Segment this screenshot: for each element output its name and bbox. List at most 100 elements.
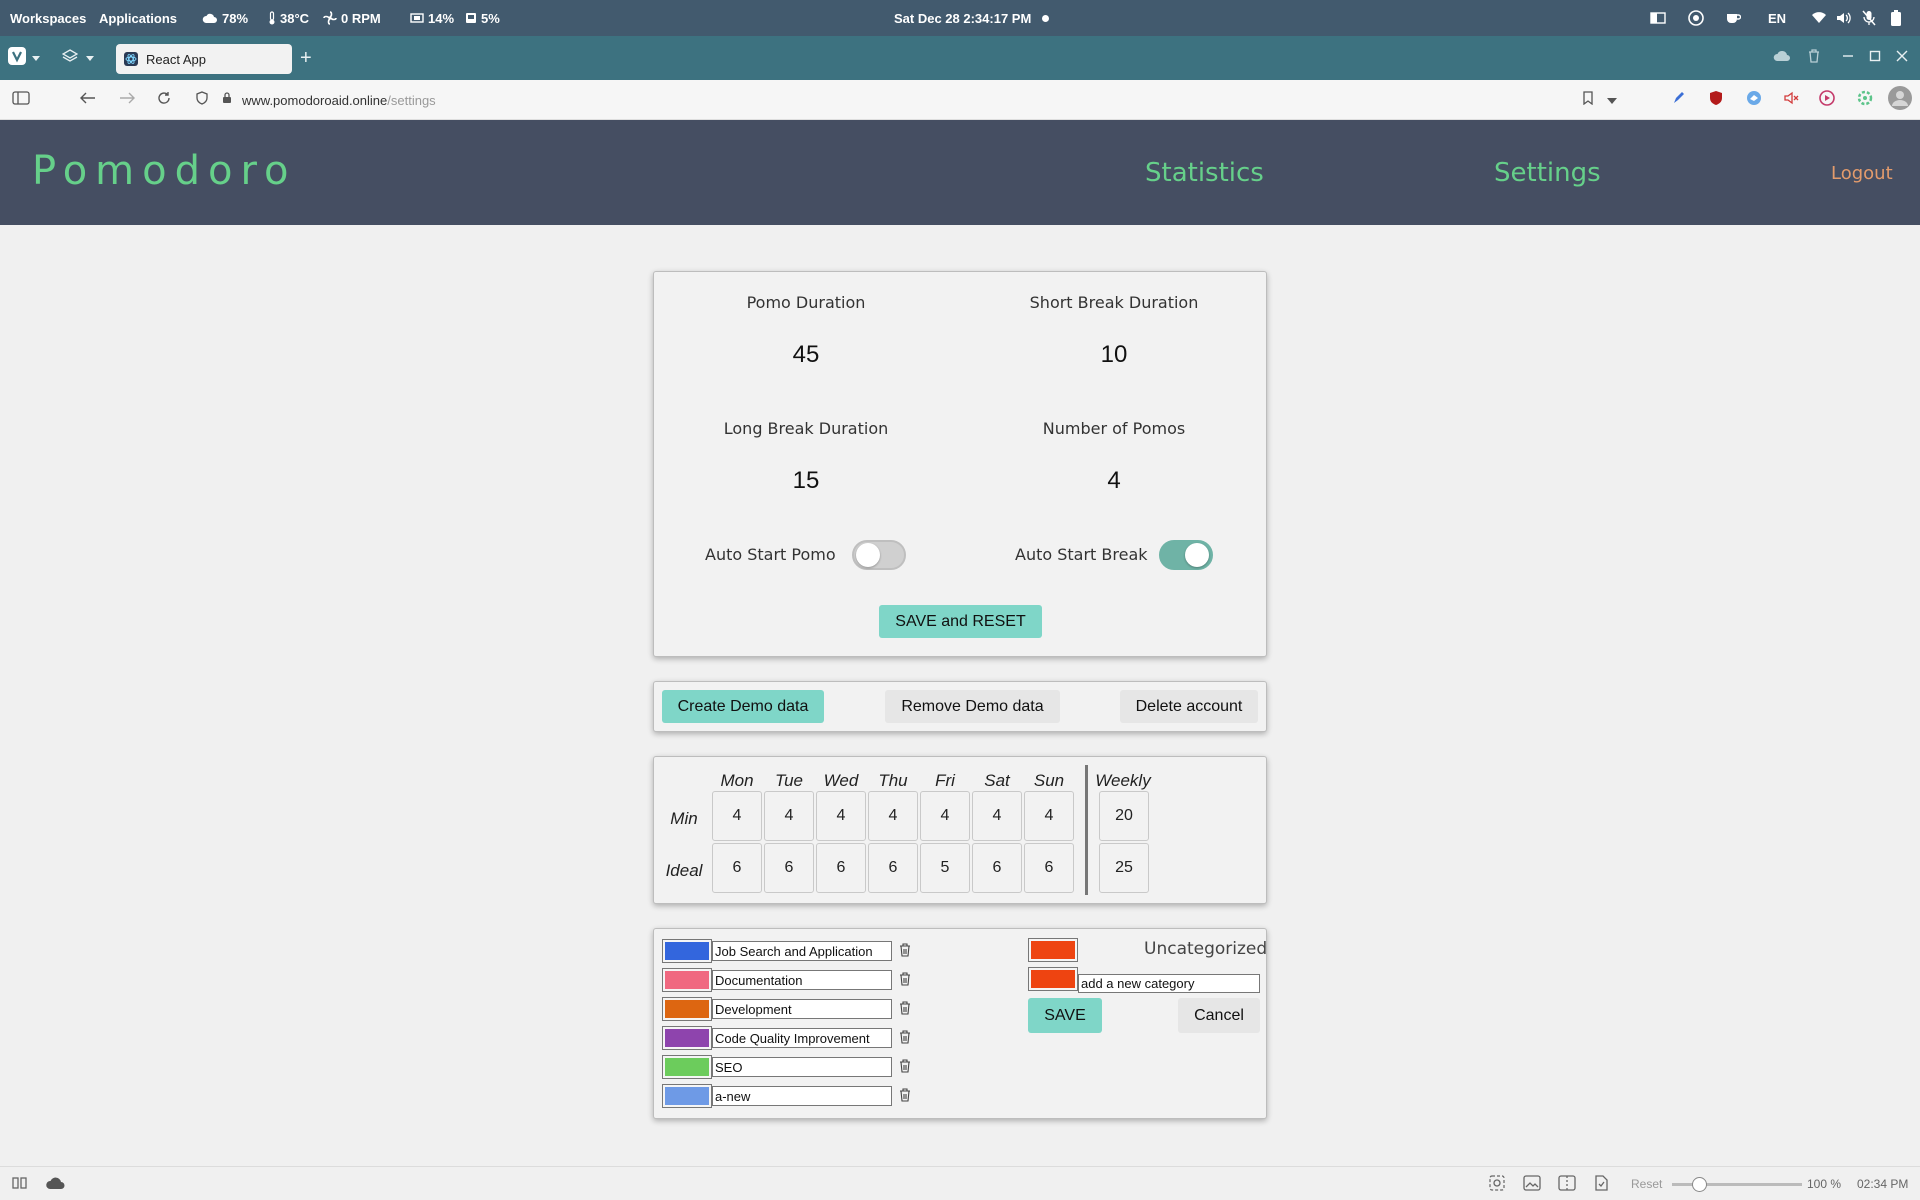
extension-pen-button[interactable] [1672, 80, 1686, 120]
delete-category-button[interactable] [899, 1059, 913, 1075]
site-shield-button[interactable] [196, 80, 208, 120]
new-tab-button[interactable]: + [300, 36, 312, 80]
url-field[interactable]: www.pomodoroaid.online/settings [242, 80, 436, 120]
url-dropdown-button[interactable] [1607, 80, 1617, 120]
profile-button[interactable] [1888, 80, 1912, 120]
cancel-category-button[interactable]: Cancel [1178, 998, 1260, 1033]
save-and-reset-button[interactable]: SAVE and RESET [879, 605, 1042, 638]
language-indicator[interactable]: EN [1768, 0, 1786, 36]
extension-bird-button[interactable] [1746, 80, 1762, 120]
uncategorized-color-swatch[interactable] [1028, 938, 1078, 962]
delete-category-button[interactable] [899, 943, 913, 959]
new-category-color-swatch[interactable] [1028, 967, 1078, 991]
number-of-pomos-value[interactable]: 4 [994, 467, 1234, 495]
delete-category-button[interactable] [899, 1001, 913, 1017]
min-sun-cell[interactable]: 4 [1024, 791, 1074, 841]
sync-status-button[interactable] [45, 1167, 65, 1200]
wifi-indicator[interactable] [1811, 0, 1827, 36]
notification-dot[interactable] [1042, 0, 1049, 36]
category-color-swatch[interactable] [662, 997, 712, 1021]
nav-statistics[interactable]: Statistics [1145, 158, 1264, 188]
new-category-input[interactable]: add a new category [1078, 974, 1260, 993]
maximize-button[interactable] [1869, 36, 1881, 80]
sync-button[interactable] [1773, 36, 1791, 80]
back-button[interactable] [80, 80, 96, 120]
category-color-swatch[interactable] [662, 968, 712, 992]
save-category-button[interactable]: SAVE [1028, 998, 1102, 1033]
extension-ublock-button[interactable] [1709, 80, 1723, 120]
category-name-input[interactable]: Code Quality Improvement [712, 1028, 892, 1048]
clock[interactable]: Sat Dec 28 2:34:17 PM [894, 0, 1031, 36]
zoom-slider-thumb[interactable] [1692, 1177, 1707, 1192]
ideal-wed-cell[interactable]: 6 [816, 843, 866, 893]
sidebar-toggle-button[interactable] [12, 80, 30, 120]
ideal-mon-cell[interactable]: 6 [712, 843, 762, 893]
forward-button[interactable] [119, 80, 135, 120]
min-mon-cell[interactable]: 4 [712, 791, 762, 841]
reload-button[interactable] [157, 80, 171, 120]
applications-menu[interactable]: Applications [99, 0, 177, 36]
zoom-slider[interactable] [1672, 1167, 1802, 1200]
logout-link[interactable]: Logout [1831, 163, 1893, 184]
trash-button[interactable] [1808, 36, 1820, 80]
category-color-swatch[interactable] [662, 1055, 712, 1079]
min-tue-cell[interactable]: 4 [764, 791, 814, 841]
bookmark-button[interactable] [1583, 80, 1593, 120]
ideal-sun-cell[interactable]: 6 [1024, 843, 1074, 893]
window-layout-tray[interactable] [1650, 0, 1666, 36]
long-break-duration-value[interactable]: 15 [686, 467, 926, 495]
image-toggle-button[interactable] [1523, 1167, 1541, 1200]
category-name-input[interactable]: a-new [712, 1086, 892, 1106]
delete-account-button[interactable]: Delete account [1120, 690, 1258, 723]
page-actions-button[interactable] [1593, 1167, 1609, 1200]
auto-start-pomo-toggle[interactable] [852, 540, 906, 570]
panel-toggle-button[interactable] [12, 1167, 28, 1200]
cpu-indicator[interactable]: 14% [410, 0, 454, 36]
extension-play-button[interactable] [1819, 80, 1835, 120]
create-demo-data-button[interactable]: Create Demo data [662, 690, 824, 723]
extension-green-button[interactable] [1857, 80, 1873, 120]
ideal-fri-cell[interactable]: 5 [920, 843, 970, 893]
min-thu-cell[interactable]: 4 [868, 791, 918, 841]
minimize-button[interactable] [1842, 36, 1854, 80]
short-break-duration-value[interactable]: 10 [994, 341, 1234, 369]
category-name-input[interactable]: SEO [712, 1057, 892, 1077]
ideal-sat-cell[interactable]: 6 [972, 843, 1022, 893]
nav-settings[interactable]: Settings [1494, 158, 1601, 188]
workspaces-menu[interactable]: Workspaces [10, 0, 86, 36]
auto-start-break-toggle[interactable] [1159, 540, 1213, 570]
app-tray-1[interactable] [1688, 0, 1704, 36]
category-name-input[interactable]: Development [712, 999, 892, 1019]
category-name-input[interactable]: Job Search and Application [712, 941, 892, 961]
category-color-swatch[interactable] [662, 1026, 712, 1050]
min-fri-cell[interactable]: 4 [920, 791, 970, 841]
category-color-swatch[interactable] [662, 939, 712, 963]
weather-indicator[interactable]: 78% [202, 0, 248, 36]
close-window-button[interactable] [1896, 36, 1908, 80]
zoom-reset-button[interactable]: Reset [1631, 1167, 1662, 1200]
delete-category-button[interactable] [899, 1030, 913, 1046]
ideal-tue-cell[interactable]: 6 [764, 843, 814, 893]
min-wed-cell[interactable]: 4 [816, 791, 866, 841]
remove-demo-data-button[interactable]: Remove Demo data [885, 690, 1060, 723]
tab-stack-button[interactable] [61, 36, 94, 80]
site-lock-button[interactable] [222, 80, 232, 120]
min-sat-cell[interactable]: 4 [972, 791, 1022, 841]
delete-category-button[interactable] [899, 1088, 913, 1104]
pomo-duration-value[interactable]: 45 [686, 341, 926, 369]
browser-menu-button[interactable] [8, 36, 40, 80]
category-color-swatch[interactable] [662, 1084, 712, 1108]
extension-speaker-button[interactable] [1783, 80, 1799, 120]
tab-react-app[interactable]: React App [116, 44, 292, 74]
delete-category-button[interactable] [899, 972, 913, 988]
volume-indicator[interactable] [1836, 0, 1852, 36]
category-name-input[interactable]: Documentation [712, 970, 892, 990]
fan-indicator[interactable]: 0 RPM [323, 0, 381, 36]
mic-indicator[interactable] [1862, 0, 1876, 36]
battery-indicator[interactable] [1891, 0, 1901, 36]
ideal-thu-cell[interactable]: 6 [868, 843, 918, 893]
disk-indicator[interactable]: 5% [465, 0, 500, 36]
tiling-button[interactable] [1558, 1167, 1576, 1200]
app-logo[interactable]: Pomodoro [32, 148, 297, 194]
temperature-indicator[interactable]: 38°C [268, 0, 309, 36]
